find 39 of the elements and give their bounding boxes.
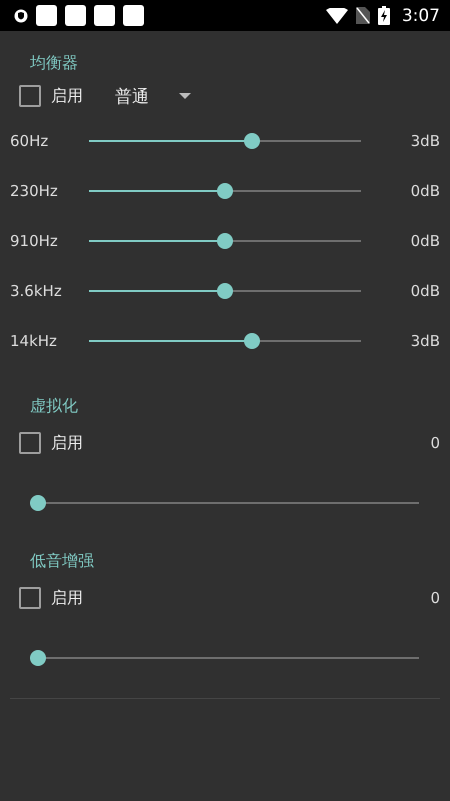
band-label: 910Hz — [10, 232, 59, 250]
slider-thumb[interactable] — [244, 133, 260, 149]
enable-checkbox[interactable] — [19, 587, 41, 609]
section-title: 低音增强 — [29, 551, 95, 571]
section-title: 均衡器 — [29, 53, 79, 73]
checkbox-label: 启用 — [51, 432, 83, 454]
battery-icon — [378, 6, 390, 25]
band-reading: 3dB — [410, 132, 440, 150]
wifi-icon — [326, 8, 348, 24]
band-label: 14kHz — [10, 332, 58, 350]
caret-icon — [179, 93, 191, 99]
band-reading: 0dB — [410, 182, 440, 200]
effect-reading: 0 — [430, 589, 440, 607]
status-time: 3:07 — [402, 6, 440, 26]
effect-reading: 0 — [430, 434, 440, 452]
band-label: 60Hz — [10, 132, 50, 150]
checkbox-label: 启用 — [51, 588, 83, 608]
slider-thumb[interactable] — [217, 183, 233, 199]
preset-dropdown[interactable]: 普通 — [115, 84, 191, 108]
band-reading: 0dB — [410, 232, 440, 250]
notification-icon — [94, 5, 115, 26]
band-reading: 3dB — [410, 332, 440, 350]
slider-thumb[interactable] — [30, 495, 46, 511]
enable-checkbox[interactable] — [19, 432, 41, 454]
shield-icon — [14, 8, 28, 22]
band-reading: 0dB — [410, 282, 440, 300]
slider-thumb[interactable] — [217, 283, 233, 299]
band-label: 230Hz — [10, 182, 59, 200]
slider-thumb[interactable] — [244, 333, 260, 349]
checkbox-label: 启用 — [51, 86, 83, 106]
notification-icon — [123, 5, 144, 26]
slider-thumb[interactable] — [217, 233, 233, 249]
slider-thumb[interactable] — [30, 650, 46, 666]
no-sim-icon — [356, 7, 370, 24]
notification-icon — [65, 5, 86, 26]
section-title: 虚拟化 — [29, 396, 79, 416]
enable-checkbox[interactable] — [19, 85, 41, 107]
band-label: 3.6kHz — [10, 282, 63, 300]
notification-icon — [36, 5, 57, 26]
